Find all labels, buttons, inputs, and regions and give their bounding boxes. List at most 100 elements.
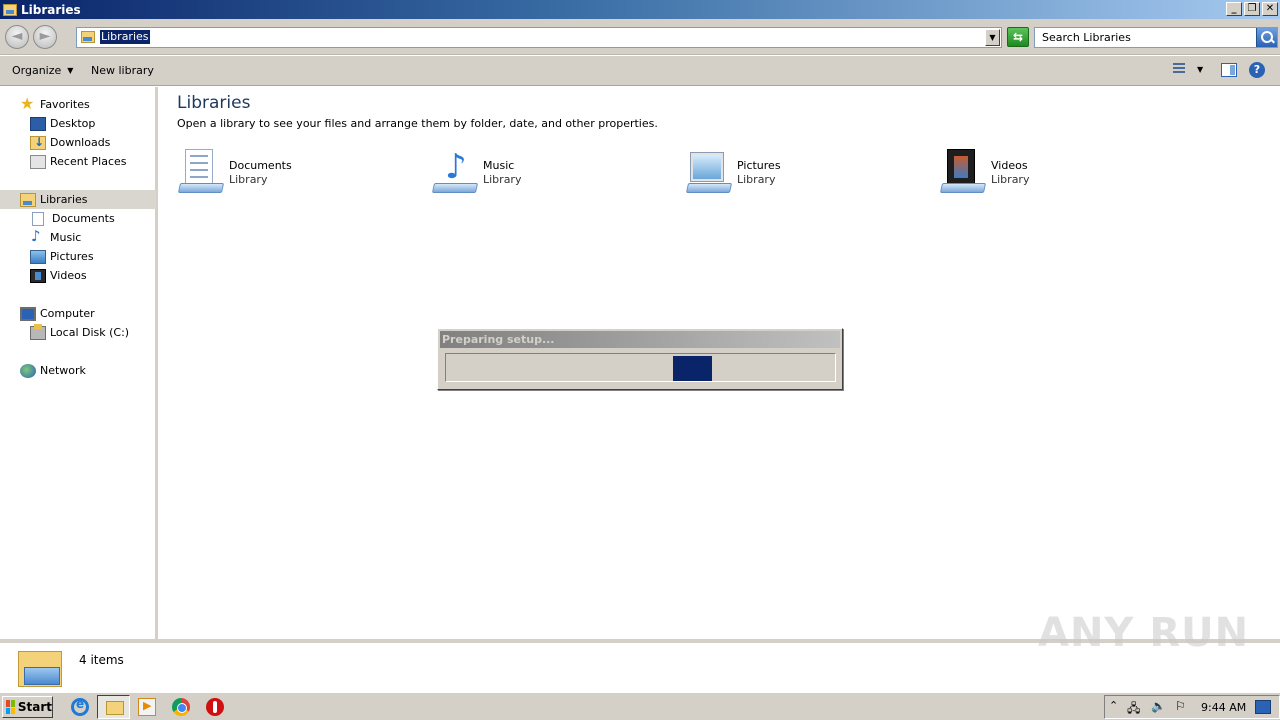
pictures-library-icon	[685, 147, 733, 195]
sidebar-item-label: Videos	[50, 269, 87, 282]
computer-icon	[20, 306, 36, 321]
local-disk-icon	[30, 323, 46, 340]
network-tray-icon[interactable]: 🖧	[1127, 699, 1140, 720]
view-options-dropdown-icon[interactable]: ▼	[1197, 65, 1203, 74]
libraries-icon	[20, 192, 36, 207]
organize-button[interactable]: Organize ▼	[12, 64, 73, 77]
sidebar-item-music[interactable]: Music	[30, 227, 82, 247]
library-name: Videos	[991, 159, 1028, 172]
sidebar-item-documents[interactable]: Documents	[32, 209, 115, 228]
network-icon	[20, 363, 36, 378]
star-icon	[20, 94, 36, 113]
sidebar-item-favorites[interactable]: Favorites	[20, 94, 90, 114]
avira-antivirus-icon[interactable]	[206, 698, 224, 716]
change-view-icon[interactable]	[1170, 63, 1186, 77]
start-label: Start	[17, 700, 52, 714]
action-center-flag-icon[interactable]: ⚐	[1175, 699, 1186, 713]
page-title: Libraries	[177, 93, 251, 113]
clock[interactable]: 9:44 AM	[1201, 701, 1246, 714]
music-icon	[30, 227, 46, 245]
preview-pane-icon[interactable]	[1221, 63, 1237, 77]
sidebar-item-local-disk[interactable]: Local Disk (C:)	[30, 323, 129, 342]
sidebar-item-label: Pictures	[50, 250, 94, 263]
taskbar: Start ⌃ 🖧 🔈 ⚐ 9:44 AM	[0, 692, 1280, 720]
sidebar-item-libraries[interactable]: Libraries	[0, 190, 156, 209]
chrome-icon[interactable]	[172, 698, 190, 716]
recent-places-icon	[30, 154, 46, 169]
organize-label: Organize	[12, 64, 62, 77]
address-dropdown-button[interactable]: ▼	[985, 29, 1000, 46]
minimize-button[interactable]: _	[1226, 2, 1242, 16]
watermark-logo: ANY RUN	[1038, 610, 1250, 656]
library-type: Library	[737, 173, 776, 186]
library-name: Documents	[229, 159, 292, 172]
libraries-folder-icon	[18, 647, 64, 689]
library-name: Pictures	[737, 159, 781, 172]
search-input[interactable]: Search Libraries	[1042, 31, 1131, 44]
music-library-icon: ♪	[431, 147, 479, 195]
sidebar-item-label: Local Disk (C:)	[50, 326, 130, 339]
desktop-icon	[30, 116, 46, 131]
library-item-documents[interactable]: Documents Library	[177, 145, 417, 199]
library-item-videos[interactable]: Videos Library	[939, 145, 1179, 199]
dialog-title: Preparing setup...	[440, 331, 840, 348]
documents-icon	[32, 211, 44, 226]
sidebar-item-computer[interactable]: Computer	[20, 304, 95, 323]
sidebar-item-pictures[interactable]: Pictures	[30, 247, 94, 266]
libraries-folder-icon	[81, 31, 95, 43]
sidebar-item-label: Network	[40, 364, 86, 377]
sidebar-item-label: Computer	[40, 307, 95, 320]
system-tray: ⌃ 🖧 🔈 ⚐ 9:44 AM	[1104, 695, 1280, 719]
videos-library-icon	[939, 147, 987, 195]
windows-logo-icon	[6, 700, 15, 714]
sidebar-item-network[interactable]: Network	[20, 361, 86, 380]
windows-explorer-taskbar-button[interactable]	[97, 695, 130, 719]
sidebar-item-label: Recent Places	[50, 155, 127, 168]
sidebar-item-label: Desktop	[50, 117, 96, 130]
library-type: Library	[483, 173, 522, 186]
address-bar[interactable]: Libraries ▼	[76, 27, 1002, 48]
item-count: 4 items	[79, 653, 124, 667]
refresh-button[interactable]: ⇆	[1007, 27, 1029, 47]
title-bar: Libraries _ ❐ ✕	[0, 0, 1280, 19]
back-button[interactable]: ◄	[5, 25, 29, 49]
window-controls: _ ❐ ✕	[1226, 2, 1278, 16]
address-text[interactable]: Libraries	[100, 30, 150, 44]
search-icon[interactable]	[1256, 28, 1277, 47]
sidebar-item-label: Favorites	[40, 98, 90, 111]
help-icon[interactable]: ?	[1249, 62, 1265, 78]
window-title: Libraries	[21, 2, 81, 17]
progress-bar	[445, 353, 836, 382]
internet-explorer-icon[interactable]	[71, 697, 89, 716]
sidebar-item-label: Documents	[52, 212, 115, 225]
sidebar-item-desktop[interactable]: Desktop	[30, 114, 95, 133]
library-type: Library	[991, 173, 1030, 186]
media-player-icon[interactable]	[138, 698, 156, 716]
library-type: Library	[229, 173, 268, 186]
progress-marquee-block	[673, 356, 712, 381]
restore-button[interactable]: ❐	[1244, 2, 1260, 16]
volume-icon[interactable]: 🔈	[1151, 699, 1166, 713]
close-button[interactable]: ✕	[1262, 2, 1278, 16]
navigation-pane: Favorites Desktop Downloads Recent Place…	[0, 87, 158, 639]
library-item-music[interactable]: ♪ Music Library	[431, 145, 671, 199]
sidebar-item-videos[interactable]: Videos	[30, 266, 87, 285]
start-button[interactable]: Start	[2, 696, 53, 718]
libraries-folder-icon	[3, 3, 17, 16]
page-description: Open a library to see your files and arr…	[177, 117, 658, 130]
downloads-icon	[30, 135, 46, 150]
navigation-bar: ◄ ► Libraries ▼ ⇆ Search Libraries	[0, 19, 1280, 55]
show-desktop-icon[interactable]	[1255, 700, 1271, 714]
sidebar-item-recent-places[interactable]: Recent Places	[30, 152, 127, 171]
forward-button[interactable]: ►	[33, 25, 57, 49]
library-item-pictures[interactable]: Pictures Library	[685, 145, 925, 199]
sidebar-item-label: Libraries	[40, 193, 88, 206]
sidebar-item-label: Downloads	[50, 136, 111, 149]
command-bar: Organize ▼ New library ▼ ?	[0, 56, 1280, 86]
show-hidden-icons-icon[interactable]: ⌃	[1109, 699, 1118, 712]
search-box[interactable]: Search Libraries	[1034, 27, 1278, 48]
videos-icon	[30, 268, 46, 283]
sidebar-item-downloads[interactable]: Downloads	[30, 133, 110, 152]
sidebar-item-label: Music	[50, 231, 82, 244]
new-library-button[interactable]: New library	[91, 64, 154, 77]
